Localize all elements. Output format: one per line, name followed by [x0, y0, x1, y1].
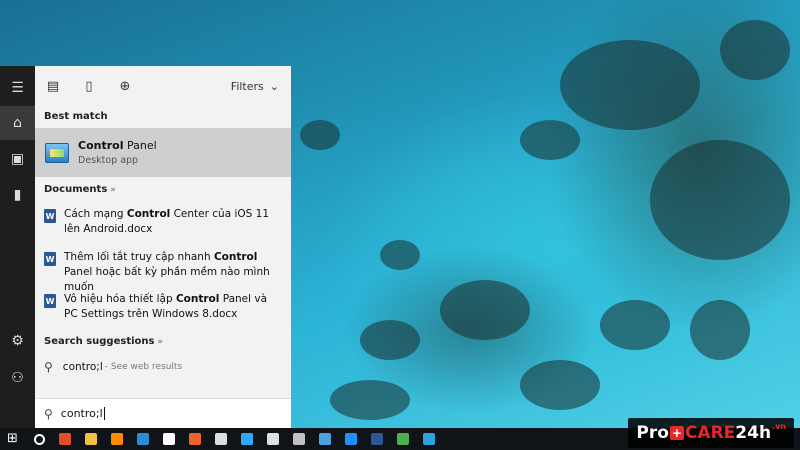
- control-panel-icon: [45, 142, 69, 163]
- search-input[interactable]: ⚲ contro;l: [35, 398, 291, 428]
- xampp-icon-glyph: [189, 433, 201, 445]
- chrome-icon-2-glyph: [397, 433, 409, 445]
- chevron-down-icon: ⌄: [269, 79, 279, 93]
- word-icon-glyph: [371, 433, 383, 445]
- app-icon-3[interactable]: [312, 428, 338, 450]
- best-match-subtitle: Desktop app: [78, 155, 139, 166]
- filters-button[interactable]: Filters ⌄: [231, 66, 279, 106]
- word-doc-icon: W: [44, 294, 56, 308]
- chevron-right-icon: »: [110, 185, 116, 195]
- apps-icon[interactable]: ▤: [35, 66, 71, 106]
- messenger-icon[interactable]: [338, 428, 364, 450]
- home-icon[interactable]: ⌂: [0, 106, 35, 140]
- app-icon-2[interactable]: [286, 428, 312, 450]
- mail-icon[interactable]: [208, 428, 234, 450]
- windows-icon[interactable]: ⊞: [0, 428, 26, 450]
- globe-icon[interactable]: ⊕: [107, 66, 143, 106]
- start-menu-rail: ☰ ⌂ ▣ ▮ ⚙ ⚇: [0, 66, 35, 428]
- network-icon-glyph: [137, 433, 149, 445]
- photoshop-icon[interactable]: [234, 428, 260, 450]
- mail-icon-glyph: [215, 433, 227, 445]
- chrome-icon[interactable]: [52, 428, 78, 450]
- search-suggestions-heading[interactable]: Search suggestions»: [44, 336, 163, 347]
- web-suggestion[interactable]: ⚲ contro;l - See web results: [35, 356, 291, 378]
- file-explorer-icon-glyph: [85, 433, 97, 445]
- suggestion-query: contro;l: [62, 361, 103, 373]
- document-result-title: Cách mạng Control Center của iOS 11 lên …: [64, 208, 270, 235]
- app-icon-glyph: [267, 433, 279, 445]
- gear-icon[interactable]: ⚙: [0, 324, 35, 358]
- text-caret: [103, 407, 105, 420]
- chevron-right-icon: »: [157, 337, 163, 347]
- search-query: contro;l: [60, 407, 103, 420]
- cortana-icon[interactable]: [26, 428, 52, 450]
- app-icon-2-glyph: [293, 433, 305, 445]
- store-icon[interactable]: [156, 428, 182, 450]
- app-icon[interactable]: [260, 428, 286, 450]
- procare-logo: Pro + CARE 24h .vn: [628, 418, 794, 448]
- chrome-icon-glyph: [59, 433, 71, 445]
- telegram-icon[interactable]: [416, 428, 442, 450]
- document-result[interactable]: W Thêm lối tắt truy cập nhanh Control Pa…: [35, 250, 291, 295]
- battery-icon[interactable]: ▮: [0, 178, 35, 212]
- media-player-icon-glyph: [111, 433, 123, 445]
- app-icon-3-glyph: [319, 433, 331, 445]
- chrome-icon-2[interactable]: [390, 428, 416, 450]
- document-result[interactable]: W Cách mạng Control Center của iOS 11 lê…: [35, 207, 291, 237]
- document-icon[interactable]: ▯: [71, 66, 107, 106]
- windows-icon-glyph: ⊞: [7, 431, 18, 446]
- suggestion-hint: - See web results: [104, 362, 183, 372]
- document-result[interactable]: W Vô hiệu hóa thiết lập Control Panel và…: [35, 292, 291, 322]
- media-player-icon[interactable]: [104, 428, 130, 450]
- user-icon[interactable]: ⚇: [0, 361, 35, 395]
- network-icon[interactable]: [130, 428, 156, 450]
- photoshop-icon-glyph: [241, 433, 253, 445]
- filters-label: Filters: [230, 79, 264, 93]
- xampp-icon[interactable]: [182, 428, 208, 450]
- user-card-icon[interactable]: ▣: [0, 142, 35, 176]
- documents-heading[interactable]: Documents»: [44, 184, 116, 195]
- file-explorer-icon[interactable]: [78, 428, 104, 450]
- best-match-result[interactable]: Control Panel Desktop app: [35, 128, 291, 177]
- messenger-icon-glyph: [345, 433, 357, 445]
- word-icon[interactable]: [364, 428, 390, 450]
- search-icon: ⚲: [44, 406, 53, 421]
- hamburger-icon[interactable]: ☰: [0, 71, 35, 105]
- search-icon: ⚲: [44, 360, 53, 374]
- search-panel: ▤ ▯ ⊕ Filters ⌄ Best match Control Panel…: [35, 66, 291, 428]
- word-doc-icon: W: [44, 252, 56, 266]
- store-icon-glyph: [163, 433, 175, 445]
- word-doc-icon: W: [44, 209, 56, 223]
- document-result-title: Vô hiệu hóa thiết lập Control Panel và P…: [64, 293, 268, 320]
- cortana-icon-glyph: [33, 433, 45, 445]
- telegram-icon-glyph: [423, 433, 435, 445]
- best-match-title: Control Panel: [78, 139, 157, 152]
- best-match-heading: Best match: [44, 111, 108, 122]
- document-result-title: Thêm lối tắt truy cập nhanh Control Pane…: [64, 251, 270, 293]
- search-scope-bar: ▤ ▯ ⊕ Filters ⌄: [35, 66, 291, 106]
